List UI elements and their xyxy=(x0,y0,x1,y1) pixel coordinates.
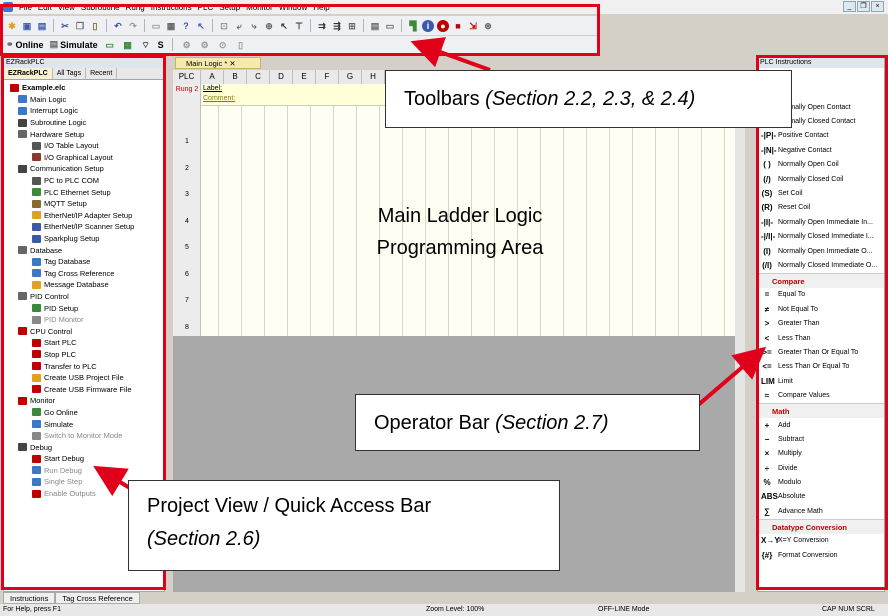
rung-number: 3 xyxy=(185,191,189,198)
ladder-scrollbar[interactable] xyxy=(735,70,745,592)
rung-number: 8 xyxy=(185,323,189,331)
rung-number: 6 xyxy=(185,270,189,278)
bottom-tabs: Instructions Tag Cross Reference xyxy=(3,592,163,604)
status-help: For Help, press F1 xyxy=(3,606,61,613)
window-controls: _ ❐ × xyxy=(843,1,884,12)
main-area-label-line2: Programming Area xyxy=(376,237,544,259)
project-callout-text: Project View / Quick Access Bar xyxy=(147,495,432,517)
ladder-column-label: H xyxy=(362,70,385,84)
rung-number: 2 xyxy=(185,164,189,172)
ladder-column-label: PLC xyxy=(173,70,201,84)
ladder-column-label: B xyxy=(224,70,247,84)
status-mode: OFF-LINE Mode xyxy=(598,606,650,613)
ladder-column-label: A xyxy=(201,70,224,84)
operator-bar-highlight xyxy=(756,55,888,590)
minimize-icon[interactable]: _ xyxy=(843,1,856,12)
project-view-callout: Project View / Quick Access Bar (Section… xyxy=(128,480,560,571)
tab-tag-cross-reference[interactable]: Tag Cross Reference xyxy=(55,592,140,604)
ladder-column-label: G xyxy=(339,70,362,84)
status-keys: CAP NUM SCRL xyxy=(822,606,875,613)
tab-main-logic[interactable]: Main Logic * ✕ xyxy=(175,57,261,69)
operator-callout-text: Operator Bar xyxy=(374,412,496,434)
toolbars-callout-text: Toolbars xyxy=(404,88,486,110)
status-zoom: Zoom Level: 100% xyxy=(426,606,485,613)
close-icon[interactable]: × xyxy=(871,1,884,12)
ladder-column-label: D xyxy=(270,70,293,84)
toolbars-callout-section: (Section 2.2, 2.3, & 2.4) xyxy=(485,88,696,110)
ladder-column-label: C xyxy=(247,70,270,84)
rung-label: Rung 2 xyxy=(175,86,199,93)
restore-icon[interactable]: ❐ xyxy=(857,1,870,12)
rung-number: 4 xyxy=(185,217,189,225)
project-callout-section: (Section 2.6) xyxy=(147,528,261,550)
status-bar: For Help, press F1 Zoom Level: 100% OFF-… xyxy=(0,604,888,616)
operator-bar-callout: Operator Bar (Section 2.7) xyxy=(355,394,700,451)
ladder-column-label: F xyxy=(316,70,339,84)
operator-callout-section: (Section 2.7) xyxy=(495,412,609,434)
rung-number: 5 xyxy=(185,244,189,251)
toolbars-callout: Toolbars (Section 2.2, 2.3, & 2.4) xyxy=(385,70,792,128)
main-area-label: Main Ladder Logic Programming Area xyxy=(315,200,605,264)
toolbars-highlight xyxy=(0,4,600,56)
ladder-column-label: E xyxy=(293,70,316,84)
main-area-label-line1: Main Ladder Logic xyxy=(377,205,543,227)
rung-number-column: Rung 2 1 2 3 4 5 6 7 8 xyxy=(173,84,201,336)
rung-number: 1 xyxy=(185,138,189,145)
tab-instructions[interactable]: Instructions xyxy=(3,592,56,604)
rung-number: 7 xyxy=(185,297,189,304)
tab-main-logic-label: Main Logic * xyxy=(186,59,228,68)
close-tab-icon[interactable]: ✕ xyxy=(229,59,235,68)
